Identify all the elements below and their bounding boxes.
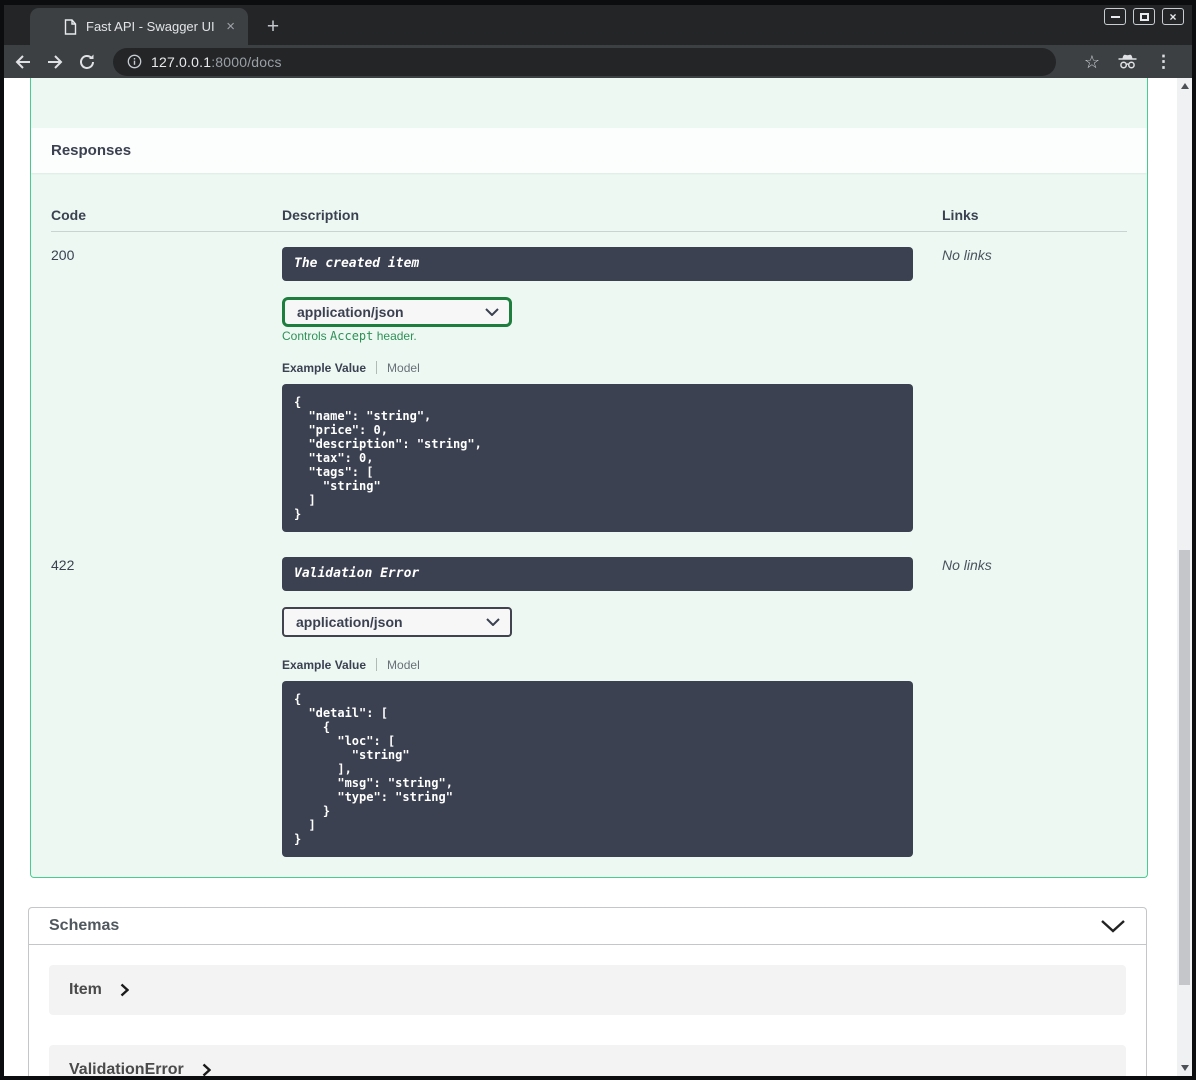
tab-separator [376, 658, 378, 671]
column-header-code: Code [51, 207, 86, 223]
minimize-button[interactable] [1104, 8, 1126, 25]
column-header-links: Links [942, 207, 979, 223]
window-controls: × [1104, 8, 1184, 25]
minimize-icon [1110, 15, 1120, 18]
responses-table-body: 200 The created item application/json Co… [51, 232, 1127, 857]
schemas-header[interactable]: Schemas [29, 908, 1146, 945]
response-description: Validation Error [282, 557, 913, 591]
response-description: The created item [282, 247, 913, 281]
scrollbar-down-arrow-icon[interactable] [1180, 1065, 1189, 1071]
response-description-cell: Validation Error application/json Exampl… [282, 557, 942, 857]
scrollbar-up-arrow-icon[interactable] [1180, 83, 1189, 89]
address-bar[interactable]: 127.0.0.1:8000/docs [113, 47, 1056, 76]
note-code: Accept [330, 329, 374, 343]
tab-close-icon[interactable]: × [223, 19, 238, 34]
incognito-icon [1116, 53, 1139, 70]
note-suffix: header. [373, 329, 417, 343]
response-description-cell: The created item application/json Contro… [282, 247, 942, 532]
responses-title: Responses [51, 142, 132, 159]
example-json-block: { "detail": [ { "loc": [ "string" ], "ms… [282, 681, 913, 857]
collapse-chevron-down-icon[interactable] [1100, 919, 1126, 933]
schemas-title: Schemas [49, 917, 120, 934]
response-row-422: 422 Validation Error application/json Ex… [51, 542, 1127, 857]
operation-block: Responses Code Description Links 200 The… [30, 78, 1148, 878]
expand-chevron-right-icon [202, 1063, 211, 1076]
model-name: ValidationError [69, 1061, 184, 1076]
bookmark-star-icon[interactable]: ☆ [1084, 53, 1100, 71]
tab-model[interactable]: Model [387, 658, 420, 672]
controls-accept-note: Controls Accept header. [282, 330, 942, 343]
response-code: 200 [51, 247, 75, 263]
response-code: 422 [51, 557, 75, 573]
browser-toolbar: 127.0.0.1:8000/docs ☆ ⋮ [4, 45, 1192, 78]
responses-table-header: Code Description Links [51, 200, 1127, 232]
operation-block-spacer [31, 78, 1147, 128]
url-host: 127.0.0.1 [151, 53, 212, 70]
forward-button[interactable] [45, 52, 65, 72]
page-scrollbar[interactable] [1177, 78, 1192, 1076]
operation-block-bottom-padding [31, 857, 1147, 877]
browser-tab[interactable]: Fast API - Swagger UI × [30, 8, 248, 45]
model-name: Item [69, 981, 102, 998]
tab-example-value[interactable]: Example Value [282, 658, 366, 672]
chevron-down-icon [485, 308, 499, 316]
scrollbar-thumb[interactable] [1179, 550, 1190, 985]
media-type-select[interactable]: application/json [282, 607, 512, 637]
url-path: :8000/docs [211, 53, 282, 70]
tab-separator [376, 361, 378, 374]
tab-title: Fast API - Swagger UI [86, 19, 215, 34]
response-links: No links [942, 557, 992, 573]
response-row-200: 200 The created item application/json Co… [51, 232, 1127, 532]
example-model-tabs: Example Value Model [282, 360, 942, 375]
model-row-item[interactable]: Item [49, 965, 1126, 1015]
tab-example-value[interactable]: Example Value [282, 361, 366, 375]
schemas-section: Schemas Item ValidationError [28, 907, 1147, 1076]
column-header-description: Description [282, 207, 360, 223]
new-tab-button[interactable]: + [259, 13, 287, 41]
response-links: No links [942, 247, 992, 263]
browser-window: Fast API - Swagger UI × + × 127.0.0.1:80… [0, 0, 1196, 1080]
tab-strip: Fast API - Swagger UI × + × [4, 5, 1192, 45]
model-row-validationerror[interactable]: ValidationError [49, 1045, 1126, 1076]
reload-button[interactable] [77, 52, 97, 72]
schemas-body: Item ValidationError [29, 945, 1146, 1076]
media-type-value: application/json [297, 304, 404, 320]
media-type-select[interactable]: application/json [282, 297, 512, 327]
site-info-icon[interactable] [127, 54, 142, 69]
note-prefix: Controls [282, 329, 331, 343]
page-favicon-icon [64, 18, 77, 35]
maximize-button[interactable] [1133, 8, 1155, 25]
example-model-tabs: Example Value Model [282, 657, 942, 672]
maximize-icon [1139, 12, 1149, 21]
responses-table: Code Description Links 200 The created i… [31, 200, 1147, 857]
tab-model[interactable]: Model [387, 361, 420, 375]
url-text: 127.0.0.1:8000/docs [151, 54, 282, 70]
close-button[interactable]: × [1162, 8, 1184, 25]
responses-section-header: Responses [31, 128, 1147, 173]
page-content: Responses Code Description Links 200 The… [4, 78, 1192, 1076]
expand-chevron-right-icon [120, 983, 129, 997]
example-json-block: { "name": "string", "price": 0, "descrip… [282, 384, 913, 532]
back-button[interactable] [13, 52, 33, 72]
chevron-down-icon [486, 618, 500, 626]
browser-menu-icon[interactable]: ⋮ [1155, 53, 1172, 70]
media-type-value: application/json [296, 614, 403, 630]
